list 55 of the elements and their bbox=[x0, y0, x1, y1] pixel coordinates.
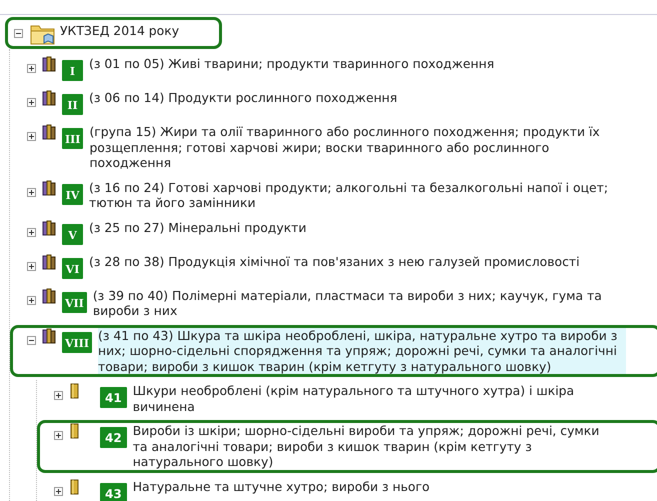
books-icon bbox=[42, 254, 56, 270]
book-icon bbox=[69, 423, 80, 439]
code-badge: 43 bbox=[100, 482, 127, 501]
expand-icon[interactable] bbox=[27, 296, 36, 304]
code-badge: 42 bbox=[100, 427, 127, 448]
tree-row[interactable]: I (з 01 по 05) Живі тварини; продукти тваринного походження bbox=[10, 53, 657, 84]
expand-icon[interactable] bbox=[27, 98, 36, 107]
tree-row[interactable]: VI (з 28 по 38) Продукція хімічної та пов'язаних з нею галузей промисловості bbox=[10, 250, 657, 282]
collapse-icon[interactable] bbox=[27, 336, 36, 344]
tree-item-label[interactable]: (з 28 по 38) Продукція хімічної та пов'язаних з нею галузей промисловості bbox=[89, 254, 617, 269]
code-badge: IV bbox=[62, 184, 83, 204]
expand-icon[interactable] bbox=[54, 431, 63, 440]
tree-row[interactable]: 41 Шкури необроблені (крім натурального та штучного хутра) і шкіра вичинена bbox=[37, 380, 657, 417]
collapse-icon[interactable] bbox=[14, 28, 23, 38]
books-icon bbox=[42, 90, 56, 106]
tree-root-label[interactable]: УКТЗЕД 2014 року bbox=[60, 23, 180, 43]
tree-item-label[interactable]: (з 41 по 43) Шкура та шкіра необроблені, шкіра, натуральне хутро та вироби з них; шорно-сідельні спорядження та упряж; дорожні речі, сумки та аналогічні товари; вироби з кишок тварин (крім кетгуту з натурального шовку) bbox=[98, 328, 626, 374]
books-icon bbox=[42, 180, 56, 196]
expand-icon[interactable] bbox=[27, 228, 36, 236]
code-badge: II bbox=[62, 94, 83, 115]
tree-item-label[interactable]: (з 39 по 40) Полімерні матеріали, пластмаси та вироби з них; каучук, гума та вироби з них bbox=[92, 288, 621, 318]
code-badge: 41 bbox=[100, 387, 127, 408]
books-icon bbox=[42, 328, 56, 344]
code-badge: VIII bbox=[62, 332, 92, 352]
expand-icon[interactable] bbox=[54, 391, 63, 400]
books-icon bbox=[42, 124, 56, 140]
tree-item-label[interactable]: (з 25 по 27) Мінеральні продукти bbox=[89, 220, 617, 235]
tree-item-label[interactable]: (з 06 по 14) Продукти рослинного походження bbox=[89, 90, 617, 106]
books-icon bbox=[42, 56, 56, 72]
tree-item-label[interactable]: (з 01 по 05) Живі тварини; продукти тваринного походження bbox=[89, 56, 617, 72]
code-badge: V bbox=[62, 224, 83, 244]
tree-item-label[interactable]: (з 16 по 24) Готові харчові продукти; алкогольні та безалкогольні напої і оцет; тютюн та його замінники bbox=[89, 180, 617, 210]
tree-row[interactable]: II (з 06 по 14) Продукти рослинного походження bbox=[10, 87, 657, 118]
book-icon bbox=[69, 383, 80, 399]
tree-item-label[interactable]: Шкури необроблені (крім натурального та штучного хутра) і шкіра вичинена bbox=[132, 383, 619, 414]
code-badge: VI bbox=[62, 258, 83, 278]
code-badge: VII bbox=[62, 292, 87, 312]
expand-icon[interactable] bbox=[54, 486, 63, 496]
tree-row[interactable]: III (група 15) Жири та олії тваринного або рослинного походження; продукти їх розщеплення; готові харчові жири; воски тваринного або рослинного походження bbox=[10, 121, 657, 174]
expand-icon[interactable] bbox=[27, 132, 36, 141]
tree-row[interactable]: 43 Натуральне та штучне хутро; вироби з нього bbox=[37, 476, 657, 501]
code-badge: III bbox=[62, 128, 84, 149]
expand-icon[interactable] bbox=[27, 262, 36, 270]
expand-icon[interactable] bbox=[27, 188, 36, 196]
tree-row[interactable]: VII (з 39 по 40) Полімерні матеріали, пластмаси та вироби з них; каучук, гума та вироби з них bbox=[10, 284, 657, 322]
books-icon bbox=[42, 220, 56, 236]
code-badge: I bbox=[62, 60, 83, 81]
tree-row[interactable]: IV (з 16 по 24) Готові харчові продукти; алкогольні та безалкогольні напої і оцет; тютюн та його замінники bbox=[10, 176, 657, 214]
tree-item-label[interactable]: (група 15) Жири та олії тваринного або рослинного походження; продукти їх розщеплення; готові харчові жири; воски тваринного або рослинного походження bbox=[89, 124, 618, 170]
tree-row[interactable]: V (з 25 по 27) Мінеральні продукти bbox=[10, 216, 657, 248]
books-icon bbox=[42, 288, 56, 304]
tree-item-label[interactable]: Вироби із шкіри; шорно-сідельні вироби та упряж; дорожні речі, сумки та аналогічні товари; вироби з кишок тварин (крім кетгуту з натурального шовку) bbox=[132, 423, 619, 470]
expand-icon[interactable] bbox=[27, 64, 36, 73]
tree-item-label[interactable]: Натуральне та штучне хутро; вироби з нього bbox=[132, 478, 619, 494]
book-icon bbox=[69, 478, 80, 494]
